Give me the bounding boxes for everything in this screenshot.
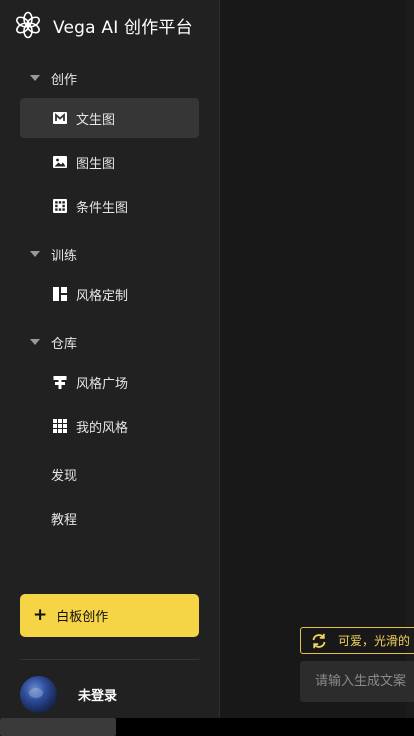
avatar <box>20 675 57 713</box>
grid-dots-icon <box>52 198 68 214</box>
section-train-toggle[interactable]: 训练 <box>30 244 77 264</box>
prompt-input[interactable] <box>300 661 414 702</box>
prompt-suggestion-chip[interactable]: 可爱，光滑的 <box>300 627 414 654</box>
caret-down-icon <box>30 75 40 81</box>
refresh-icon[interactable] <box>310 632 328 650</box>
section-create-toggle[interactable]: 创作 <box>30 68 77 88</box>
app-title: Vega AI 创作平台 <box>53 17 193 38</box>
content-edge <box>406 0 414 718</box>
nav-item-label: 我的风格 <box>76 420 129 436</box>
nav-item-style-square[interactable]: 风格广场 <box>20 362 199 402</box>
nav-item-tutorial[interactable]: 教程 <box>51 508 77 528</box>
section-library-label: 仓库 <box>51 336 78 352</box>
nav-item-label: 图生图 <box>76 156 116 172</box>
app-window: Vega AI 创作平台 创作 文生图 图生图 条件生图 训练 风格定制 仓库 … <box>0 0 414 736</box>
brand[interactable]: Vega AI 创作平台 <box>14 10 193 40</box>
whiteboard-create-label: 白板创作 <box>56 610 109 625</box>
nav-item-label: 条件生图 <box>76 200 129 216</box>
nav-item-style-custom[interactable]: 风格定制 <box>20 274 199 314</box>
horizontal-scrollbar-thumb[interactable] <box>0 718 116 736</box>
nav-item-label: 风格广场 <box>76 376 129 392</box>
section-create-label: 创作 <box>51 72 78 88</box>
plus-icon: + <box>33 605 48 625</box>
flower-logo-icon <box>14 11 42 39</box>
section-train-label: 训练 <box>51 248 78 264</box>
nav-item-discover[interactable]: 发现 <box>51 464 77 484</box>
m-letter-icon <box>52 110 68 126</box>
signpost-icon <box>52 374 68 390</box>
caret-down-icon <box>30 339 40 345</box>
section-library-toggle[interactable]: 仓库 <box>30 332 77 352</box>
nav-item-conditional-image[interactable]: 条件生图 <box>20 186 199 226</box>
image-icon <box>52 154 68 170</box>
nav-item-label: 风格定制 <box>76 288 129 304</box>
prompt-suggestion-text: 可爱，光滑的 <box>338 634 411 648</box>
nav-item-label: 文生图 <box>76 112 116 128</box>
user-name: 未登录 <box>78 688 118 704</box>
layout-blocks-icon <box>52 286 68 302</box>
user-login-entry[interactable]: 未登录 <box>20 675 117 713</box>
nav-item-text-to-image[interactable]: 文生图 <box>20 98 199 138</box>
whiteboard-create-button[interactable]: + 白板创作 <box>20 594 199 637</box>
nav-item-my-styles[interactable]: 我的风格 <box>20 406 199 446</box>
nav-item-image-to-image[interactable]: 图生图 <box>20 142 199 182</box>
sidebar: Vega AI 创作平台 创作 文生图 图生图 条件生图 训练 风格定制 仓库 … <box>0 0 220 718</box>
sidebar-divider <box>20 659 199 660</box>
caret-down-icon <box>30 251 40 257</box>
grid-icon <box>52 418 68 434</box>
